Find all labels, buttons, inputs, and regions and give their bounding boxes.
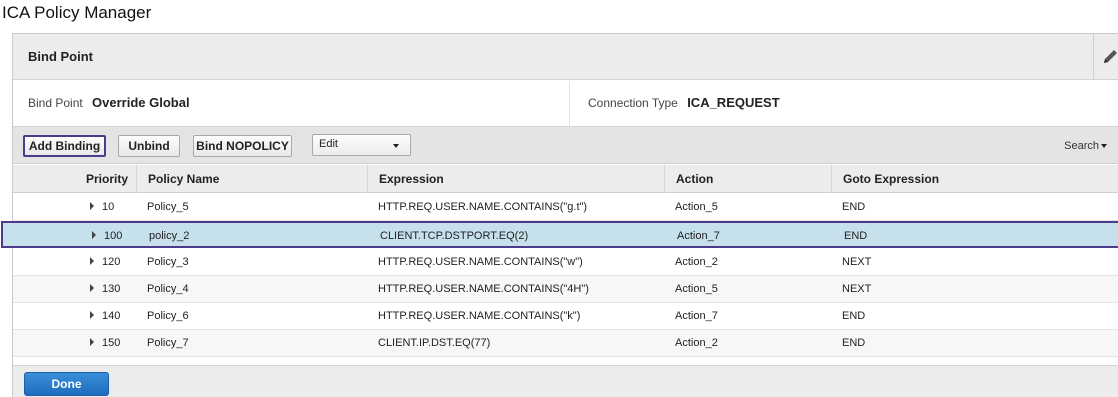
expression-cell: HTTP.REQ.USER.NAME.CONTAINS("w") — [378, 256, 583, 268]
toolbar: Add Binding Unbind Bind NOPOLICY Edit Se… — [13, 127, 1118, 164]
bind-point-header: Bind Point — [13, 34, 1118, 80]
table-row[interactable]: 130 Policy_4 HTTP.REQ.USER.NAME.CONTAINS… — [13, 276, 1118, 303]
table-row[interactable]: 10 Policy_5 HTTP.REQ.USER.NAME.CONTAINS(… — [13, 194, 1118, 221]
policy-name-cell: Policy_6 — [147, 310, 189, 322]
bind-point-title: Bind Point — [28, 49, 93, 64]
unbind-button[interactable]: Unbind — [118, 135, 180, 157]
triangle-right-icon[interactable] — [90, 338, 94, 347]
policy-name-cell: Policy_7 — [147, 337, 189, 349]
triangle-right-icon[interactable] — [90, 257, 94, 266]
search-label: Search — [1064, 140, 1099, 152]
goto-cell: NEXT — [842, 283, 872, 295]
action-cell: Action_5 — [675, 201, 718, 213]
triangle-right-icon[interactable] — [90, 284, 94, 293]
chevron-down-icon — [393, 144, 399, 148]
policy-name-cell: Policy_5 — [147, 201, 189, 213]
priority-cell: 140 — [13, 303, 136, 330]
bind-point-panel: Bind Point Bind Point Override Global Co… — [1, 33, 1118, 397]
priority-cell: 130 — [13, 276, 136, 303]
policy-name-cell: policy_2 — [149, 230, 190, 242]
priority-cell: 100 — [15, 223, 138, 250]
bind-point-value: Override Global — [92, 95, 190, 110]
column-goto-expression[interactable]: Goto Expression — [831, 165, 1118, 193]
column-action[interactable]: Action — [664, 165, 831, 193]
policy-name-cell: Policy_4 — [147, 283, 189, 295]
priority-cell: 150 — [13, 330, 136, 357]
grid-header: Priority Policy Name Expression Action G… — [13, 165, 1118, 193]
column-priority[interactable]: Priority — [13, 165, 136, 193]
table-row[interactable]: 140 Policy_6 HTTP.REQ.USER.NAME.CONTAINS… — [13, 303, 1118, 330]
triangle-right-icon[interactable] — [90, 311, 94, 320]
connection-type-field: Connection Type ICA_REQUEST — [588, 95, 780, 110]
bind-point-field: Bind Point Override Global — [28, 95, 190, 110]
connection-type-label: Connection Type — [588, 96, 678, 110]
expression-cell: CLIENT.IP.DST.EQ(77) — [378, 337, 491, 349]
action-cell: Action_7 — [675, 310, 718, 322]
table-row-selected[interactable]: 100 policy_2 CLIENT.TCP.DSTPORT.EQ(2) Ac… — [1, 221, 1118, 248]
header-divider — [1093, 34, 1094, 80]
search-menu[interactable]: Search — [1064, 140, 1107, 152]
edit-select-value: Edit — [319, 138, 338, 150]
action-cell: Action_2 — [675, 256, 718, 268]
done-button[interactable]: Done — [24, 372, 109, 396]
edit-select[interactable]: Edit — [312, 134, 411, 156]
pencil-icon[interactable] — [1101, 48, 1118, 66]
column-expression[interactable]: Expression — [367, 165, 664, 193]
table-row[interactable]: 150 Policy_7 CLIENT.IP.DST.EQ(77) Action… — [13, 330, 1118, 357]
footer: Done — [13, 365, 1118, 397]
info-divider — [569, 81, 570, 127]
connection-type-value: ICA_REQUEST — [687, 95, 780, 110]
bind-point-info-row: Bind Point Override Global Connection Ty… — [13, 81, 1118, 127]
goto-cell: END — [844, 230, 868, 242]
priority-cell: 120 — [13, 249, 136, 276]
page-title: ICA Policy Manager — [2, 3, 152, 22]
action-cell: Action_7 — [677, 230, 720, 242]
column-policy-name[interactable]: Policy Name — [136, 165, 367, 193]
action-cell: Action_5 — [675, 283, 718, 295]
goto-cell: END — [842, 201, 866, 213]
chevron-down-icon — [1101, 144, 1107, 149]
expression-cell: CLIENT.TCP.DSTPORT.EQ(2) — [380, 230, 529, 242]
bind-nopolicy-button[interactable]: Bind NOPOLICY — [193, 135, 292, 157]
action-cell: Action_2 — [675, 337, 718, 349]
expression-cell: HTTP.REQ.USER.NAME.CONTAINS("k") — [378, 310, 581, 322]
triangle-right-icon[interactable] — [92, 231, 96, 240]
policy-name-cell: Policy_3 — [147, 256, 189, 268]
table-row[interactable]: 120 Policy_3 HTTP.REQ.USER.NAME.CONTAINS… — [13, 249, 1118, 276]
bind-point-label: Bind Point — [28, 96, 83, 110]
goto-cell: NEXT — [842, 256, 872, 268]
triangle-right-icon[interactable] — [90, 202, 94, 211]
expression-cell: HTTP.REQ.USER.NAME.CONTAINS("g.t") — [378, 201, 588, 213]
expression-cell: HTTP.REQ.USER.NAME.CONTAINS("4H") — [378, 283, 589, 295]
goto-cell: END — [842, 310, 866, 322]
priority-cell: 10 — [13, 194, 136, 221]
add-binding-button[interactable]: Add Binding — [23, 135, 106, 157]
goto-cell: END — [842, 337, 866, 349]
